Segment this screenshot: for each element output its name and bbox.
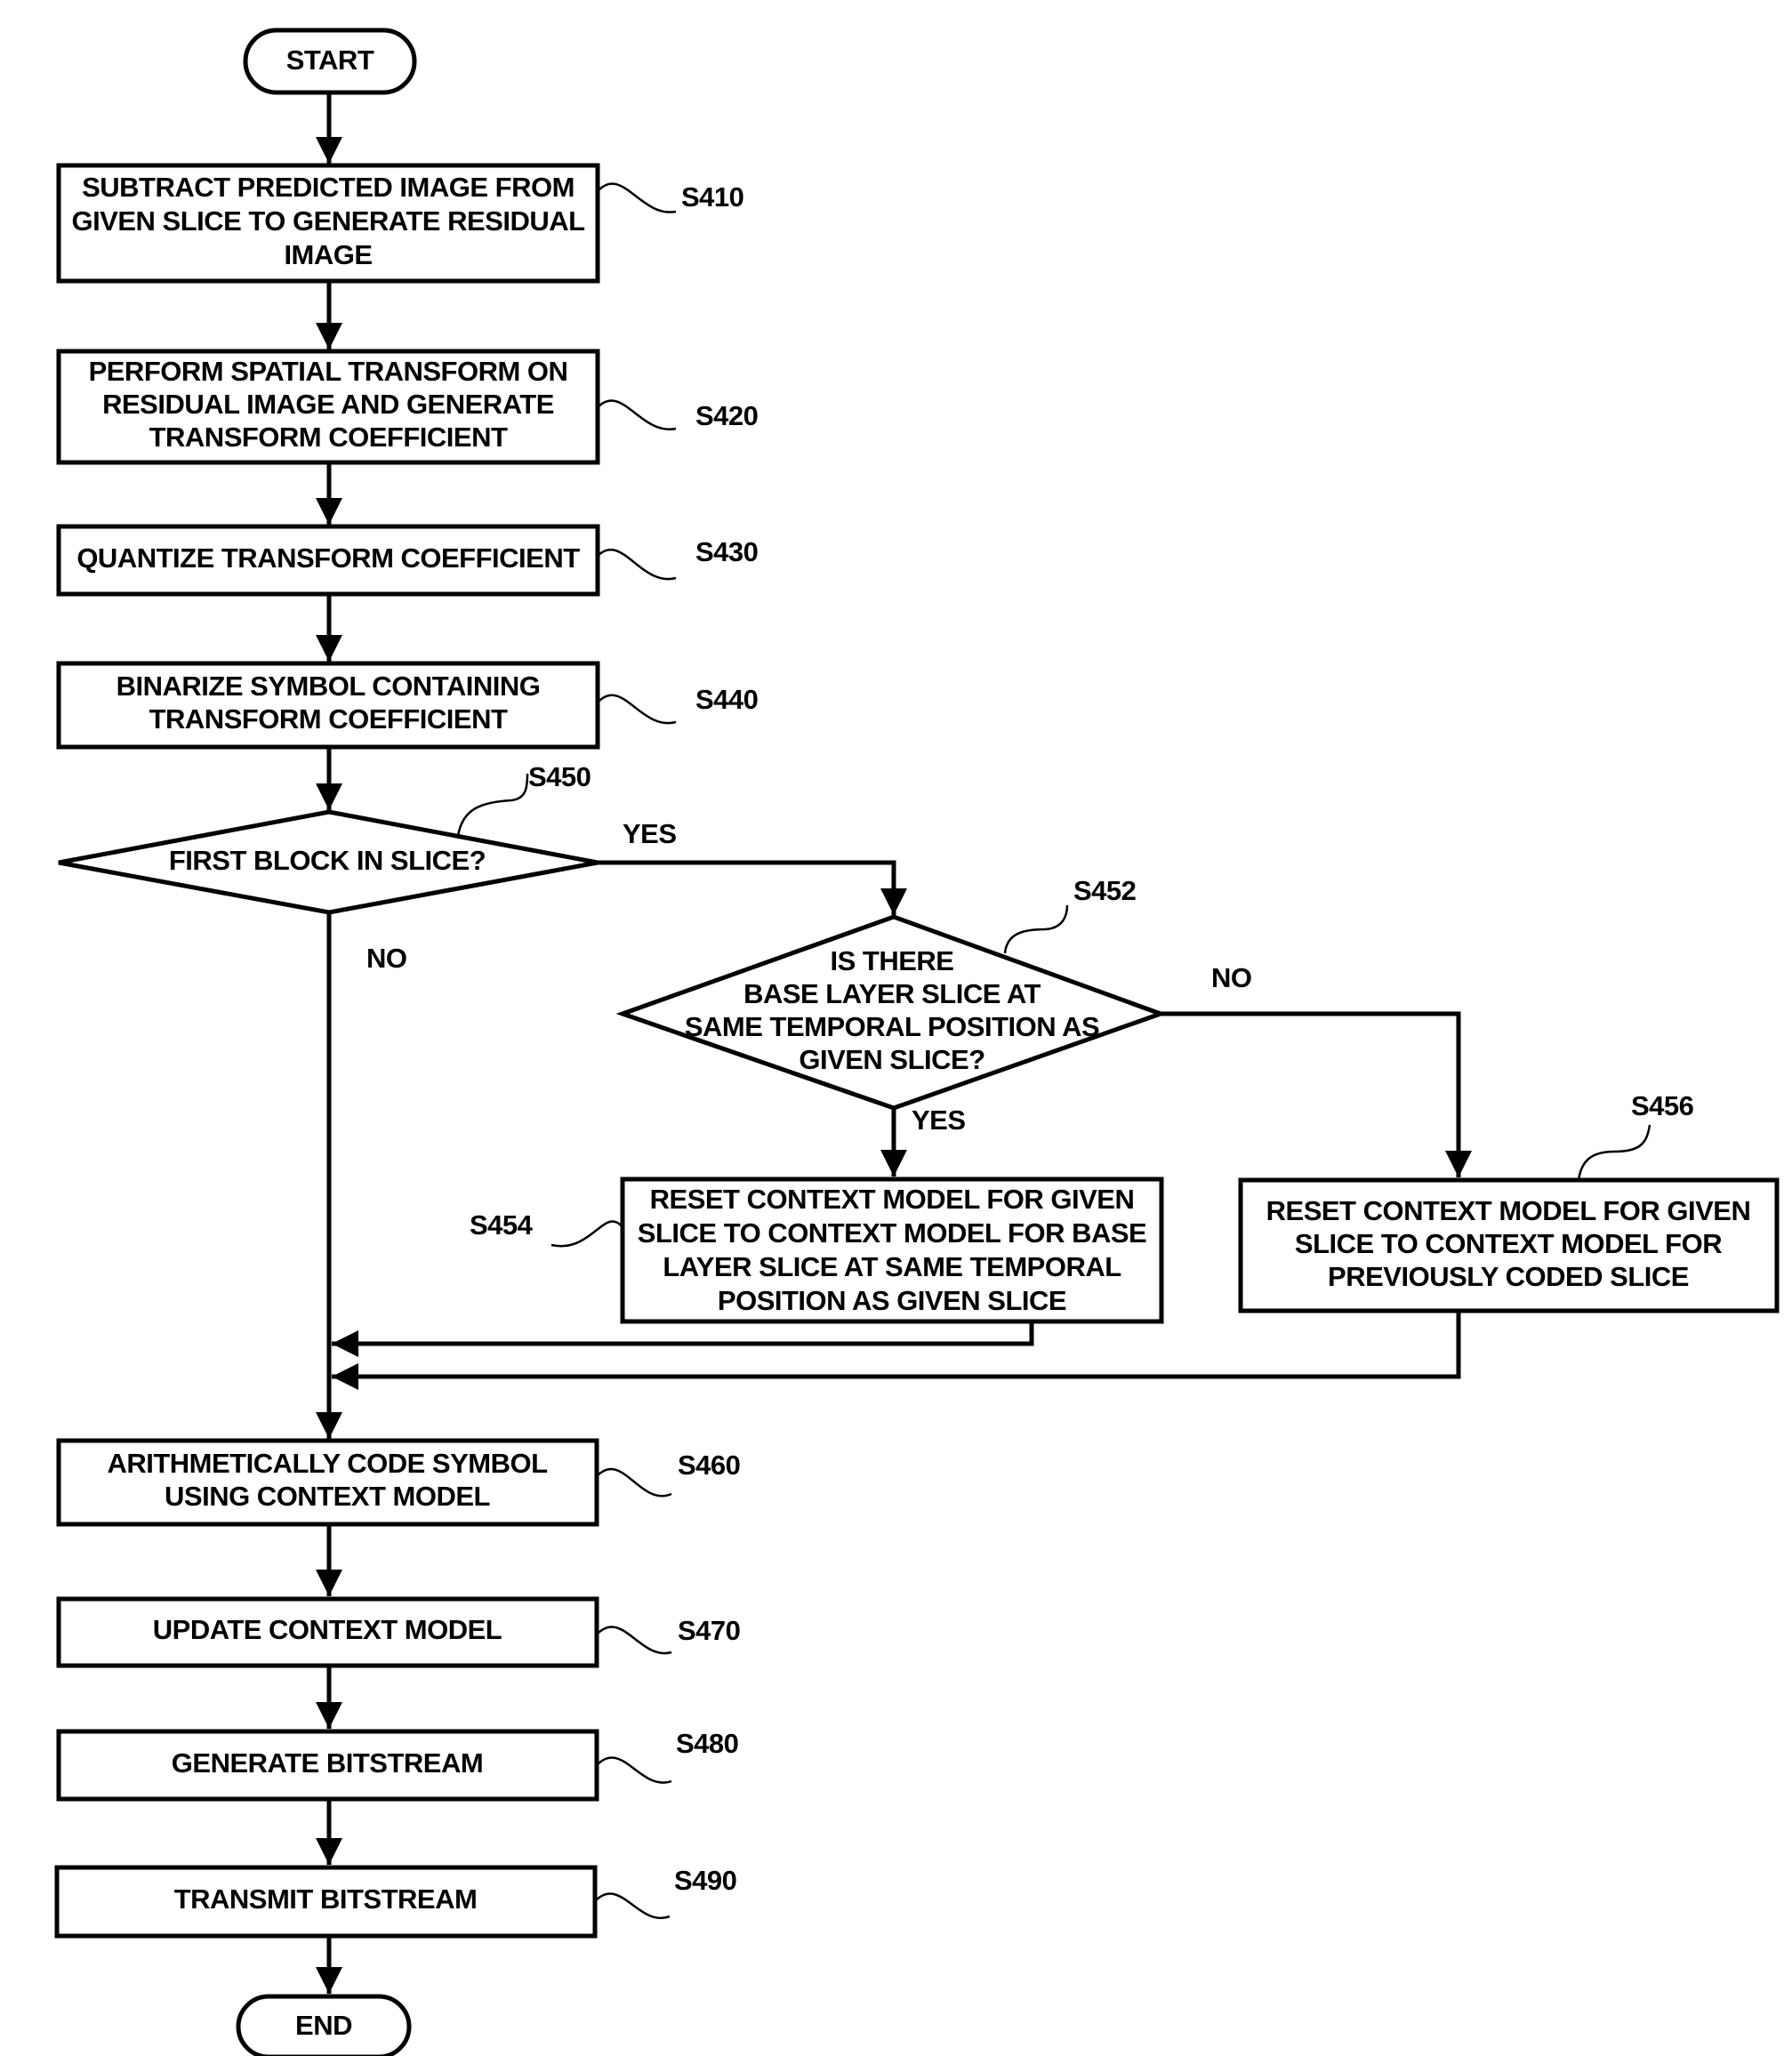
s456-ref: S456: [1631, 1090, 1694, 1121]
s456-leader: [1577, 1124, 1651, 1181]
arrow-s450-yes-to-s452: [598, 860, 907, 915]
s410-leader: [597, 182, 677, 213]
start-terminal: START: [243, 28, 417, 95]
s452-leader: [1003, 904, 1069, 954]
s460-leader: [596, 1468, 672, 1498]
s430-ref: S430: [695, 536, 758, 567]
s456-line-1: RESET CONTEXT MODEL FOR GIVEN: [1266, 1195, 1751, 1226]
s452-line-4: GIVEN SLICE?: [799, 1044, 984, 1075]
s430-leader: [597, 549, 677, 581]
s452-line-2: BASE LAYER SLICE AT: [743, 978, 1041, 1009]
s454-line-1: RESET CONTEXT MODEL FOR GIVEN: [650, 1184, 1135, 1215]
s490-ref: S490: [674, 1865, 736, 1896]
s452-line-3: SAME TEMPORAL POSITION AS: [685, 1011, 1099, 1042]
s452-yes-label: YES: [912, 1104, 966, 1136]
s420-line-3: TRANSFORM COEFFICIENT: [149, 422, 508, 453]
s454-ref: S454: [470, 1209, 534, 1241]
s480-line-1: GENERATE BITSTREAM: [172, 1747, 483, 1779]
s420-line-2: RESIDUAL IMAGE AND GENERATE: [102, 389, 554, 420]
s454-line-2: SLICE TO CONTEXT MODEL FOR BASE: [638, 1217, 1146, 1249]
s480-leader: [596, 1756, 672, 1784]
s460-ref: S460: [678, 1450, 740, 1481]
step-s410: SUBTRACT PREDICTED IMAGE FROM GIVEN SLIC…: [56, 163, 744, 284]
s420-line-1: PERFORM SPATIAL TRANSFORM ON: [89, 356, 568, 387]
s440-line-2: TRANSFORM COEFFICIENT: [149, 703, 508, 735]
s450-ref: S450: [528, 761, 591, 792]
step-s420: PERFORM SPATIAL TRANSFORM ON RESIDUAL IM…: [56, 349, 759, 465]
s450-question: FIRST BLOCK IN SLICE?: [169, 845, 486, 876]
s480-ref: S480: [676, 1728, 738, 1759]
step-s460: ARITHMETICALLY CODE SYMBOL USING CONTEXT…: [56, 1438, 741, 1527]
start-label: START: [286, 44, 374, 76]
s440-ref: S440: [695, 684, 758, 715]
arrow-s454-to-main: [332, 1321, 1034, 1357]
s452-no-label: NO: [1211, 962, 1252, 993]
s460-line-1: ARITHMETICALLY CODE SYMBOL: [107, 1448, 547, 1479]
s452-line-1: IS THERE: [831, 945, 954, 976]
end-terminal: END: [236, 1994, 412, 2056]
s440-leader: [597, 694, 677, 725]
s420-leader: [597, 399, 677, 430]
arrow-s452-no-to-s456: [1161, 1011, 1472, 1177]
s440-line-1: BINARIZE SYMBOL CONTAINING: [117, 671, 541, 702]
s450-no-label: NO: [366, 943, 407, 974]
s450-yes-label: YES: [623, 818, 677, 849]
s452-ref: S452: [1073, 875, 1136, 906]
s420-ref: S420: [695, 400, 758, 431]
decision-s450: FIRST BLOCK IN SLICE? S450 YES NO: [58, 761, 677, 974]
step-s430: QUANTIZE TRANSFORM COEFFICIENT S430: [56, 524, 759, 597]
flowchart: START SUBTRACT PREDICTED IMAGE FROM GIVE…: [54, 28, 1780, 2056]
s454-line-3: LAYER SLICE AT SAME TEMPORAL: [663, 1251, 1121, 1282]
step-s456: RESET CONTEXT MODEL FOR GIVEN SLICE TO C…: [1238, 1090, 1780, 1313]
s456-line-3: PREVIOUSLY CODED SLICE: [1328, 1261, 1689, 1292]
s470-ref: S470: [678, 1615, 740, 1646]
s410-line-2: GIVEN SLICE TO GENERATE RESIDUAL: [71, 205, 584, 237]
step-s440: BINARIZE SYMBOL CONTAINING TRANSFORM COE…: [56, 661, 759, 750]
decision-s452: IS THERE BASE LAYER SLICE AT SAME TEMPOR…: [615, 875, 1252, 1136]
step-s480: GENERATE BITSTREAM S480: [56, 1728, 739, 1802]
s460-line-2: USING CONTEXT MODEL: [165, 1481, 490, 1512]
s470-line-1: UPDATE CONTEXT MODEL: [153, 1614, 502, 1645]
s456-line-2: SLICE TO CONTEXT MODEL FOR: [1295, 1228, 1722, 1259]
step-s454: RESET CONTEXT MODEL FOR GIVEN SLICE TO C…: [470, 1177, 1164, 1324]
s430-line-1: QUANTIZE TRANSFORM COEFFICIENT: [76, 542, 580, 574]
s454-leader: [550, 1220, 623, 1248]
s410-line-1: SUBTRACT PREDICTED IMAGE FROM: [82, 172, 575, 203]
s450-leader: [456, 773, 529, 837]
s410-ref: S410: [681, 181, 743, 213]
s470-leader: [596, 1626, 672, 1655]
s490-leader: [594, 1892, 671, 1920]
s410-line-3: IMAGE: [284, 239, 372, 270]
step-s490: TRANSMIT BITSTREAM S490: [54, 1865, 737, 1939]
step-s470: UPDATE CONTEXT MODEL S470: [56, 1596, 741, 1668]
s490-line-1: TRANSMIT BITSTREAM: [174, 1883, 478, 1915]
s454-line-4: POSITION AS GIVEN SLICE: [718, 1285, 1066, 1316]
end-label: END: [295, 2010, 352, 2041]
